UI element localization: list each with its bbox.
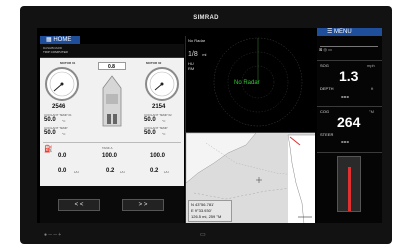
fuel-value-6: 0.2 [150,168,159,174]
fuel-value-4: 0.0 [58,168,67,174]
port-field1-unit: °C [62,119,66,123]
fuel-unit-1: L/H [74,170,79,174]
separator [317,60,382,61]
fuel-pump-icon: ⛽ [44,146,53,153]
fuel-section-label: TANK A [102,146,113,150]
menu-button[interactable]: ☰ MENU [317,28,382,36]
menu-label: MENU [334,29,352,35]
menu-icon: ☰ [327,29,335,35]
trim-value: 0.8 [108,64,115,70]
stbd-field1-value: 50.0 [144,117,156,123]
cursor-range-bearing: 126.5 mi, 259 °M [191,214,222,219]
steer-value: --- [341,137,349,146]
instrument-panel: ▦ HOME DASHBOARD TRIP COMPUTER MOTOR 01 … [40,36,184,223]
home-button[interactable]: ▦ HOME [40,36,80,44]
chartplotter-pane[interactable]: N 43°56.781' E 9°33.930' 126.5 mi, 259 °… [185,132,315,223]
data-bar: ⊠ ◎ ▭ SOG mph 1.3 DEPTH ft --- COG °M 26… [317,36,382,223]
fuel-divider [43,142,181,143]
stbd-motor-label: MOTOR 02 [146,61,162,65]
power-icon[interactable]: ● ─ ─ + [44,232,61,238]
compass-tape [320,46,378,50]
no-radar-status: No Radar [234,80,260,86]
fuel-unit-3: L/H [164,170,169,174]
boat-icon [102,75,122,127]
stbd-field1-unit: °C [162,119,166,123]
page-nav: < < > > [40,186,184,223]
trim-box: 0.8 [98,62,126,70]
separator [317,152,382,153]
steer-label: STEER [320,132,334,137]
dashboard-title: TRIP COMPUTER [43,50,68,54]
stbd-field2-unit: °C [162,132,166,136]
port-rpm-value: 2546 [52,104,66,110]
screen: ▦ HOME DASHBOARD TRIP COMPUTER MOTOR 01 … [37,28,382,223]
sog-unit: mph [367,63,375,68]
port-field2-unit: °C [62,132,66,136]
fuel-unit-2: L/H [120,170,125,174]
fuel-value-5: 0.2 [106,168,115,174]
sog-label: SOG [320,63,329,68]
stbd-rpm-gauge [145,67,179,101]
cog-unit: °M [369,109,374,114]
sog-value: 1.3 [339,68,359,84]
port-motor-label: MOTOR 01 [60,61,76,65]
cog-label: COG [320,109,330,114]
separator [317,106,382,107]
display-bezel: SIMRAD ▦ HOME DASHBOARD TRIP COMPUTER MO… [20,6,392,244]
home-label: HOME [53,37,72,43]
depth-unit: ft [371,86,374,91]
fuel-value-3: 100.0 [150,153,166,159]
brand-logo: SIMRAD [193,15,219,21]
home-key-icon[interactable]: ▭ [200,231,206,238]
depth-label: DEPTH [320,86,334,91]
port-field2-value: 50.0 [44,130,56,136]
cog-value: 264 [337,114,361,130]
cursor-position-box: N 43°56.781' E 9°33.930' 126.5 mi, 259 °… [188,200,232,222]
steer-indicator [337,156,361,212]
stbd-rpm-value: 2154 [152,104,166,110]
fuel-value-1: 0.0 [58,153,67,159]
next-page-button[interactable]: > > [122,199,164,211]
port-rpm-gauge [45,67,79,101]
fuel-value-2: 100.0 [102,153,118,159]
engine-dashboard: MOTOR 01 2546 COOLANT TEMP 01 50.0 °C CO… [40,58,184,186]
depth-value: --- [341,92,349,101]
steer-indicator-bar [348,167,351,211]
status-strip: ⊠ ◎ ▭ [319,38,380,52]
stbd-field2-value: 50.0 [144,130,156,136]
dashboard-header: DASHBOARD TRIP COMPUTER [40,44,184,58]
port-field1-value: 50.0 [44,117,56,123]
radar-pane[interactable]: No Radar 1/8 mi HU RM No Radar [185,36,315,132]
prev-page-button[interactable]: < < [58,199,100,211]
